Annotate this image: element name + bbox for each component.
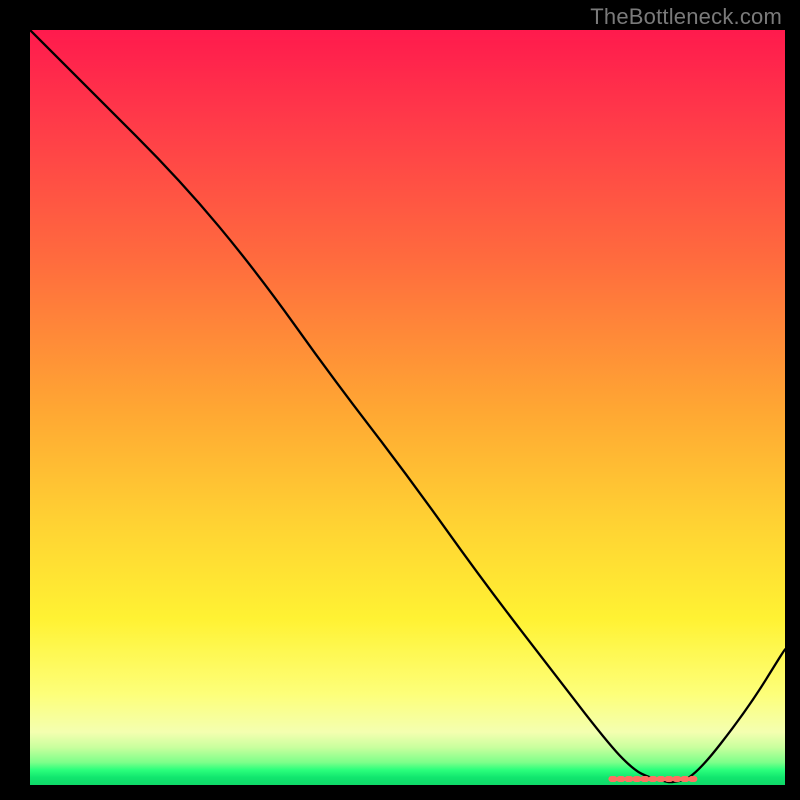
figure-root: TheBottleneck.com: [0, 0, 800, 800]
watermark-text: TheBottleneck.com: [590, 4, 782, 30]
gradient-plot-area: [30, 30, 785, 785]
